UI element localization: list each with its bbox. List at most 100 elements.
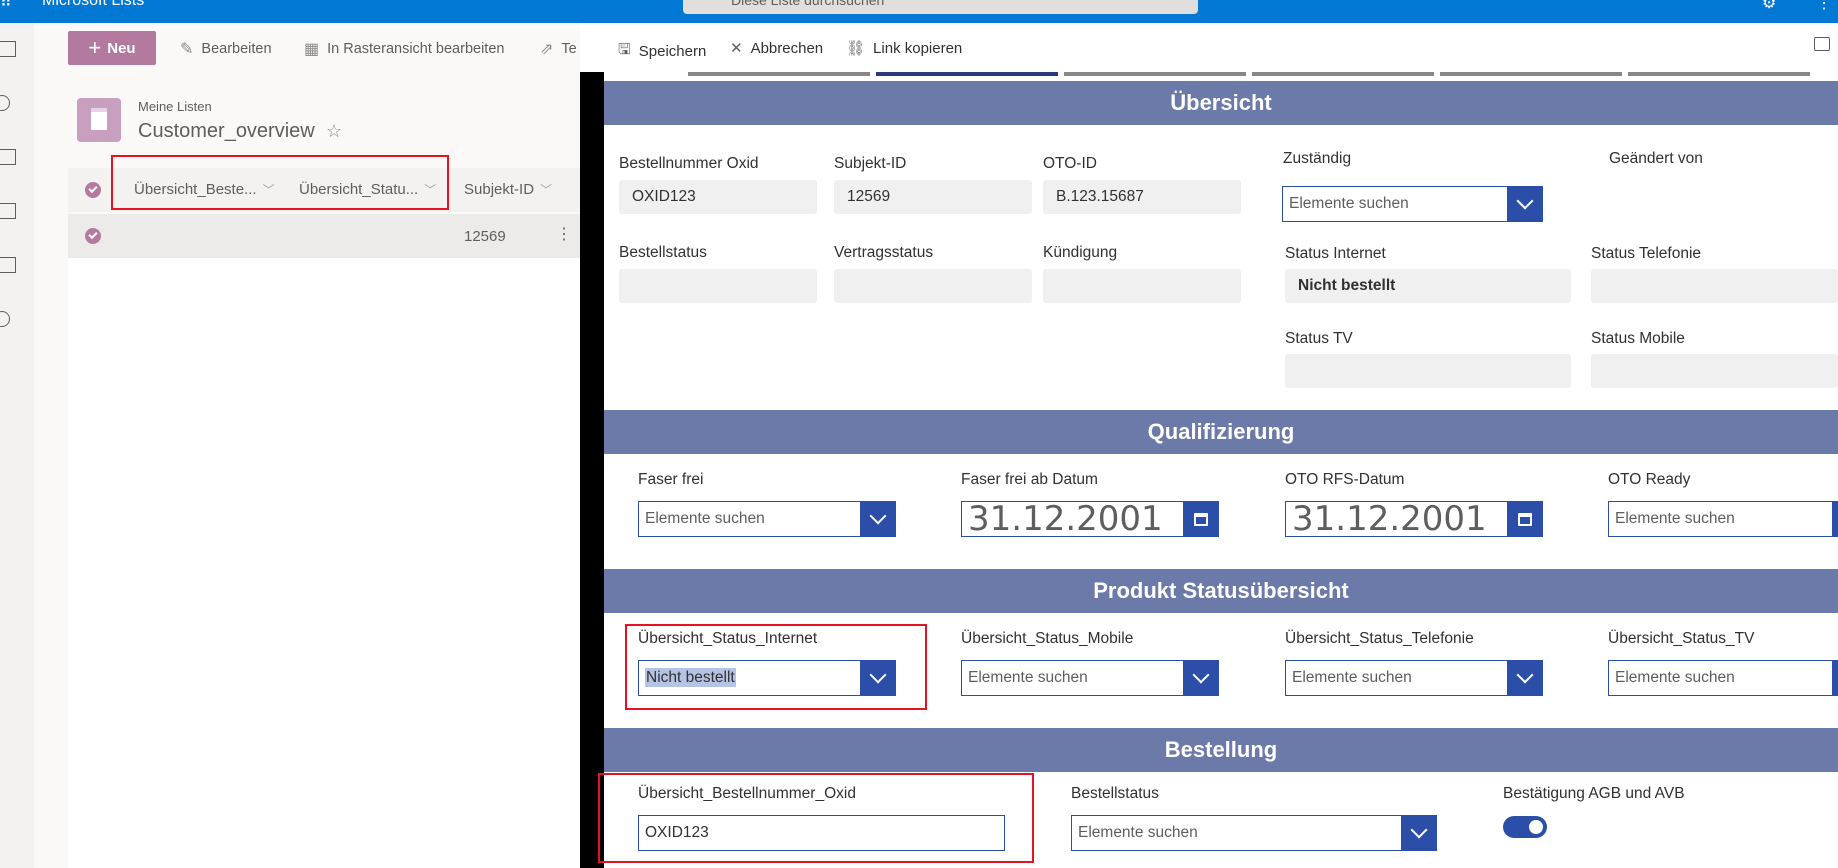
oto-ready-dropdown[interactable]: Elemente suchen bbox=[1608, 501, 1838, 537]
news-icon[interactable] bbox=[0, 149, 16, 165]
agb-label: Bestätigung AGB und AVB bbox=[1503, 785, 1685, 802]
share-label: Te bbox=[561, 41, 577, 57]
search-box[interactable]: Diese Liste durchsuchen bbox=[683, 0, 1198, 14]
chevron-down-icon[interactable] bbox=[1507, 661, 1542, 695]
status-telefonie-label: Status Telefonie bbox=[1591, 245, 1702, 262]
new-button[interactable]: + Neu bbox=[68, 31, 156, 65]
status-telefonie-select-label: Übersicht_Status_Telefonie bbox=[1285, 630, 1474, 647]
search-placeholder: Diese Liste durchsuchen bbox=[731, 0, 885, 8]
status-tv-field bbox=[1285, 354, 1571, 388]
calendar-icon[interactable] bbox=[1183, 502, 1218, 536]
column-header-subjekt-id[interactable]: Subjekt-ID ﹀ bbox=[464, 181, 552, 198]
grid-edit-button[interactable]: ▦ In Rasteransicht bearbeiten bbox=[304, 37, 504, 61]
status-tv-label: Status TV bbox=[1285, 330, 1353, 347]
oto-id-label: OTO-ID bbox=[1043, 155, 1097, 172]
section-overview: Übersicht bbox=[604, 81, 1838, 125]
file-icon[interactable] bbox=[0, 203, 16, 219]
faser-frei-placeholder: Elemente suchen bbox=[645, 510, 765, 527]
save-icon: 🖫 bbox=[618, 41, 631, 58]
grid-edit-label: In Rasteransicht bearbeiten bbox=[327, 41, 505, 57]
home-icon[interactable] bbox=[0, 41, 16, 57]
status-internet-label: Status Internet bbox=[1285, 245, 1386, 262]
feedback-icon[interactable] bbox=[1814, 37, 1830, 51]
breadcrumb[interactable]: Meine Listen bbox=[138, 99, 212, 114]
oto-ready-placeholder: Elemente suchen bbox=[1615, 510, 1735, 527]
link-icon: ⛓ bbox=[846, 40, 866, 57]
chevron-down-icon[interactable] bbox=[1832, 502, 1838, 536]
cancel-button[interactable]: ✕ Abbrechen bbox=[730, 39, 824, 58]
gear-icon[interactable]: ⚙ bbox=[1762, 0, 1776, 13]
faser-frei-label: Faser frei bbox=[638, 471, 704, 488]
status-telefonie-dropdown[interactable]: Elemente suchen bbox=[1285, 660, 1543, 696]
chevron-down-icon[interactable] bbox=[1832, 661, 1838, 695]
add-icon[interactable] bbox=[0, 311, 10, 327]
faser-datum-picker[interactable]: 31.12.2001 bbox=[961, 501, 1219, 537]
favorite-star-icon[interactable]: ☆ bbox=[326, 121, 342, 142]
status-internet-field: Nicht bestellt bbox=[1285, 269, 1571, 303]
status-mobile-select-label: Übersicht_Status_Mobile bbox=[961, 630, 1134, 647]
chevron-down-icon[interactable] bbox=[1507, 187, 1542, 221]
faser-datum-value: 31.12.2001 bbox=[968, 501, 1163, 537]
status-telefonie-field bbox=[1591, 269, 1838, 303]
section-qualification: Qualifizierung bbox=[604, 410, 1838, 454]
status-tv-placeholder: Elemente suchen bbox=[1615, 669, 1735, 686]
plus-icon: + bbox=[88, 35, 102, 60]
chevron-down-icon[interactable] bbox=[1401, 816, 1436, 850]
highlight-box bbox=[598, 773, 1034, 863]
highlight-box bbox=[625, 624, 927, 710]
left-rail bbox=[0, 23, 34, 868]
save-button[interactable]: 🖫 Speichern bbox=[618, 39, 706, 64]
bestellstatus-field bbox=[619, 269, 817, 303]
cancel-label: Abbrechen bbox=[750, 39, 824, 57]
globe-icon[interactable] bbox=[0, 95, 10, 111]
row-checkbox[interactable] bbox=[85, 228, 101, 244]
more-icon[interactable]: ⋮ bbox=[1816, 0, 1832, 13]
status-mobile-field bbox=[1591, 354, 1838, 388]
select-all-checkbox[interactable] bbox=[85, 182, 101, 198]
status-mobile-dropdown[interactable]: Elemente suchen bbox=[961, 660, 1219, 696]
order-bestellstatus-label: Bestellstatus bbox=[1071, 785, 1159, 802]
pencil-icon: ✎ bbox=[180, 41, 194, 58]
geaendert-von-label: Geändert von bbox=[1609, 150, 1703, 167]
zustaendig-placeholder: Elemente suchen bbox=[1289, 195, 1409, 212]
vertragsstatus-field bbox=[834, 269, 1032, 303]
rfs-datum-picker[interactable]: 31.12.2001 bbox=[1285, 501, 1543, 537]
app-launcher-icon[interactable]: ⠿ bbox=[0, 0, 20, 11]
status-tv-dropdown[interactable]: Elemente suchen bbox=[1608, 660, 1838, 696]
zustaendig-label: Zuständig bbox=[1283, 150, 1352, 167]
subjekt-id-label: Subjekt-ID bbox=[834, 155, 907, 172]
copy-link-label: Link kopieren bbox=[873, 39, 963, 57]
oto-ready-label: OTO Ready bbox=[1608, 471, 1691, 488]
tab-2-active[interactable] bbox=[876, 72, 1058, 76]
bestellnummer-field: OXID123 bbox=[619, 180, 817, 214]
table-row[interactable]: 12569 ⋮ bbox=[68, 214, 594, 258]
tab-3[interactable] bbox=[1064, 72, 1246, 76]
oto-id-field: B.123.15687 bbox=[1043, 180, 1241, 214]
calendar-icon[interactable] bbox=[1507, 502, 1542, 536]
chevron-down-icon[interactable] bbox=[860, 502, 895, 536]
status-mobile-label: Status Mobile bbox=[1591, 330, 1685, 347]
list-title: Customer_overview bbox=[138, 120, 315, 142]
bestellstatus-label: Bestellstatus bbox=[619, 244, 707, 261]
list-icon[interactable] bbox=[0, 257, 16, 273]
faser-frei-dropdown[interactable]: Elemente suchen bbox=[638, 501, 896, 537]
section-order: Bestellung bbox=[604, 728, 1838, 772]
kuendigung-label: Kündigung bbox=[1043, 244, 1118, 261]
share-button[interactable]: ⇗ Te bbox=[540, 37, 577, 61]
edit-button[interactable]: ✎ Bearbeiten bbox=[180, 37, 272, 61]
copy-link-button[interactable]: ⛓ Link kopieren bbox=[846, 39, 963, 58]
tab-5[interactable] bbox=[1440, 72, 1622, 76]
rfs-datum-label: OTO RFS-Datum bbox=[1285, 471, 1405, 488]
tab-1[interactable] bbox=[688, 72, 870, 76]
app-name: Microsoft Lists bbox=[42, 0, 145, 9]
row-more-icon[interactable]: ⋮ bbox=[556, 224, 572, 244]
chevron-down-icon: ﹀ bbox=[540, 183, 553, 197]
tab-6[interactable] bbox=[1628, 72, 1810, 76]
zustaendig-dropdown[interactable]: Elemente suchen bbox=[1282, 186, 1543, 222]
tab-4[interactable] bbox=[1252, 72, 1434, 76]
panel-command-bar: 🖫 Speichern ✕ Abbrechen ⛓ Link kopieren bbox=[604, 26, 1838, 70]
agb-toggle[interactable] bbox=[1503, 816, 1547, 838]
chevron-down-icon[interactable] bbox=[1183, 661, 1218, 695]
list-body bbox=[68, 258, 594, 868]
order-bestellstatus-dropdown[interactable]: Elemente suchen bbox=[1071, 815, 1437, 851]
